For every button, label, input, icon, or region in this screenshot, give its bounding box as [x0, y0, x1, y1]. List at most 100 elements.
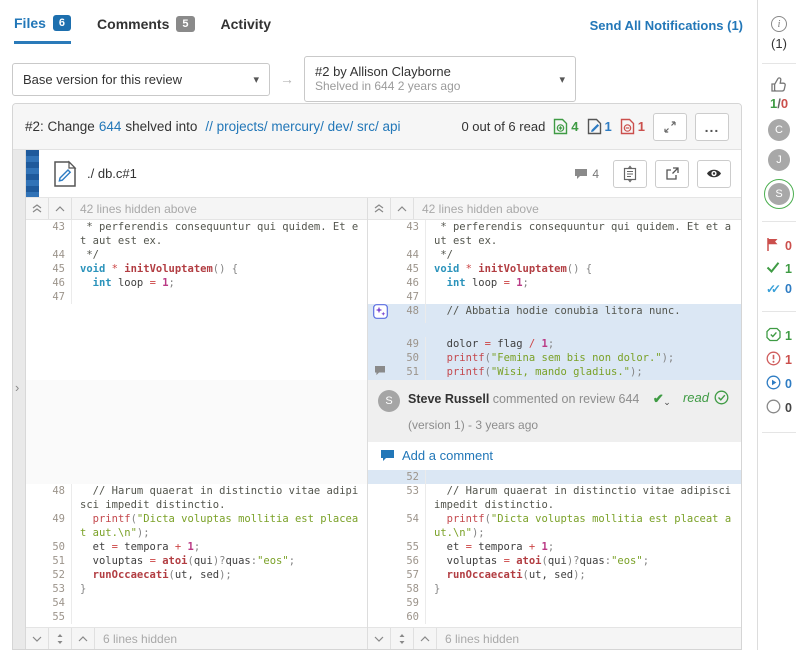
- sidebar-stat-check[interactable]: 1: [758, 258, 800, 279]
- comment-read-toggle[interactable]: read: [683, 390, 729, 405]
- line-number[interactable]: 49: [392, 337, 426, 351]
- line-number[interactable]: 46: [392, 276, 426, 290]
- page: Files 6 Comments 5 Activity Send All Not…: [0, 0, 800, 650]
- expand-all-up-button[interactable]: [26, 198, 49, 219]
- line-number[interactable]: 44: [26, 248, 72, 262]
- line-number[interactable]: 52: [392, 470, 426, 484]
- reviewer-avatar[interactable]: J: [768, 149, 790, 171]
- more-options-button[interactable]: ...: [695, 113, 729, 141]
- sparkle-annotation-icon[interactable]: [373, 304, 388, 323]
- line-number[interactable]: 45: [392, 262, 426, 276]
- line-number[interactable]: 50: [26, 540, 72, 554]
- tab-comments[interactable]: Comments 5: [97, 16, 194, 42]
- comment-resolved-toggle[interactable]: ✔⌄: [653, 391, 664, 406]
- line-number[interactable]: 60: [392, 610, 426, 624]
- line-number[interactable]: 55: [392, 540, 426, 554]
- reviewer-avatar[interactable]: C: [768, 119, 790, 141]
- expand-panel-chevron[interactable]: ›: [15, 380, 19, 395]
- line-number[interactable]: 49: [26, 512, 72, 540]
- add-comment-button[interactable]: Add a comment: [368, 442, 741, 470]
- sidebar-stat-circle[interactable]: 0: [758, 396, 800, 420]
- target-version-dropdown[interactable]: #2 by Allison Clayborne Shelved in 644 2…: [304, 56, 576, 102]
- vote-button[interactable]: [758, 76, 800, 93]
- line-number[interactable]: 47: [26, 290, 72, 304]
- open-in-new-window-button[interactable]: [655, 160, 689, 188]
- line-number[interactable]: 58: [392, 582, 426, 596]
- line-number[interactable]: 54: [392, 512, 426, 540]
- line-comment-icon[interactable]: [374, 365, 386, 380]
- expand-up-button[interactable]: [72, 628, 95, 649]
- line-number[interactable]: 53: [26, 582, 72, 596]
- file-comment-count[interactable]: 4: [574, 167, 599, 181]
- sidebar-avatars: CJS: [758, 119, 800, 209]
- line-number[interactable]: 43: [392, 220, 426, 248]
- diff-minimap[interactable]: [26, 150, 39, 197]
- sidebar-stat-play[interactable]: 0: [758, 372, 800, 396]
- line-number[interactable]: 59: [392, 596, 426, 610]
- code-text: [72, 596, 367, 610]
- chevron-down-icon: ▾: [239, 73, 259, 86]
- toggle-view-button[interactable]: [697, 160, 731, 188]
- tab-files[interactable]: Files 6: [14, 15, 71, 44]
- edited-file-icon: [53, 160, 77, 188]
- chevron-up-icon: [420, 636, 430, 642]
- right-rows-top: 43 * perferendis consequuntur qui quidem…: [368, 220, 741, 304]
- file-name[interactable]: ./ db.c#1: [87, 166, 137, 181]
- double-chevron-up-icon: [32, 204, 42, 213]
- sidebar-info[interactable]: i (1): [758, 16, 800, 51]
- alert-icon: [766, 351, 781, 369]
- right-row-insert: 52: [368, 470, 741, 484]
- chevron-down-icon: ▾: [545, 73, 565, 86]
- expand-down-button[interactable]: [368, 628, 391, 649]
- line-number[interactable]: 48: [392, 304, 426, 323]
- sidebar-stat-alert[interactable]: 1: [758, 348, 800, 372]
- reviewer-avatar[interactable]: S: [768, 183, 790, 205]
- review-container: #2: Change 644 shelved into // projects/…: [12, 103, 742, 650]
- line-number[interactable]: 47: [392, 290, 426, 304]
- line-number[interactable]: 54: [26, 596, 72, 610]
- code-text: }: [72, 582, 367, 596]
- line-number[interactable]: 48: [26, 484, 72, 512]
- code-text: printf("Wisi, mando gladius.");: [426, 365, 741, 380]
- code-line: 57 runOccaecati(ut, sed);: [368, 568, 741, 582]
- line-number[interactable]: 55: [26, 610, 72, 624]
- expand-up-button[interactable]: [391, 198, 414, 219]
- line-number[interactable]: 51: [26, 554, 72, 568]
- expand-down-button[interactable]: [26, 628, 49, 649]
- sidebar-stat-shield-check[interactable]: 1: [758, 324, 800, 348]
- sidebar-stat-double-check[interactable]: ✓✓0: [758, 279, 800, 299]
- line-number[interactable]: 52: [26, 568, 72, 582]
- code-line: 51 voluptas = atoi(qui)?quas:"eos";: [26, 554, 367, 568]
- line-number[interactable]: 56: [392, 554, 426, 568]
- code-text: voluptas = atoi(qui)?quas:"eos";: [426, 554, 741, 568]
- line-number[interactable]: 51: [392, 365, 426, 380]
- depot-path-link[interactable]: // projects/ mercury/ dev/ src/ api: [205, 119, 400, 134]
- line-number[interactable]: 53: [392, 484, 426, 512]
- expand-up-button[interactable]: [414, 628, 437, 649]
- tab-activity[interactable]: Activity: [221, 16, 272, 42]
- tab-comments-label: Comments: [97, 16, 169, 32]
- divider: [762, 432, 796, 433]
- line-number[interactable]: 43: [26, 220, 72, 248]
- code-text: [72, 610, 367, 624]
- review-header-middle: shelved into: [125, 119, 197, 134]
- send-all-notifications-link[interactable]: Send All Notifications (1): [590, 18, 743, 41]
- line-number[interactable]: 44: [392, 248, 426, 262]
- fullscreen-button[interactable]: [653, 113, 687, 141]
- line-number[interactable]: 46: [26, 276, 72, 290]
- line-icon-gutter: [368, 610, 392, 624]
- line-number[interactable]: 50: [392, 351, 426, 365]
- expand-all-up-button[interactable]: [368, 198, 391, 219]
- chevron-up-icon: [397, 206, 407, 212]
- base-version-dropdown[interactable]: Base version for this review ▾: [12, 63, 270, 96]
- expand-all-vertical-button[interactable]: [391, 628, 414, 649]
- line-number[interactable]: 57: [392, 568, 426, 582]
- sidebar-stat-flag[interactable]: 0: [758, 234, 800, 258]
- change-link[interactable]: 644: [99, 119, 122, 134]
- expand-collapse-all-button[interactable]: [613, 160, 647, 188]
- avatar-active-ring: S: [764, 179, 794, 209]
- expand-all-vertical-button[interactable]: [49, 628, 72, 649]
- chevron-down-icon: [32, 636, 42, 642]
- line-number[interactable]: 45: [26, 262, 72, 276]
- expand-up-button[interactable]: [49, 198, 72, 219]
